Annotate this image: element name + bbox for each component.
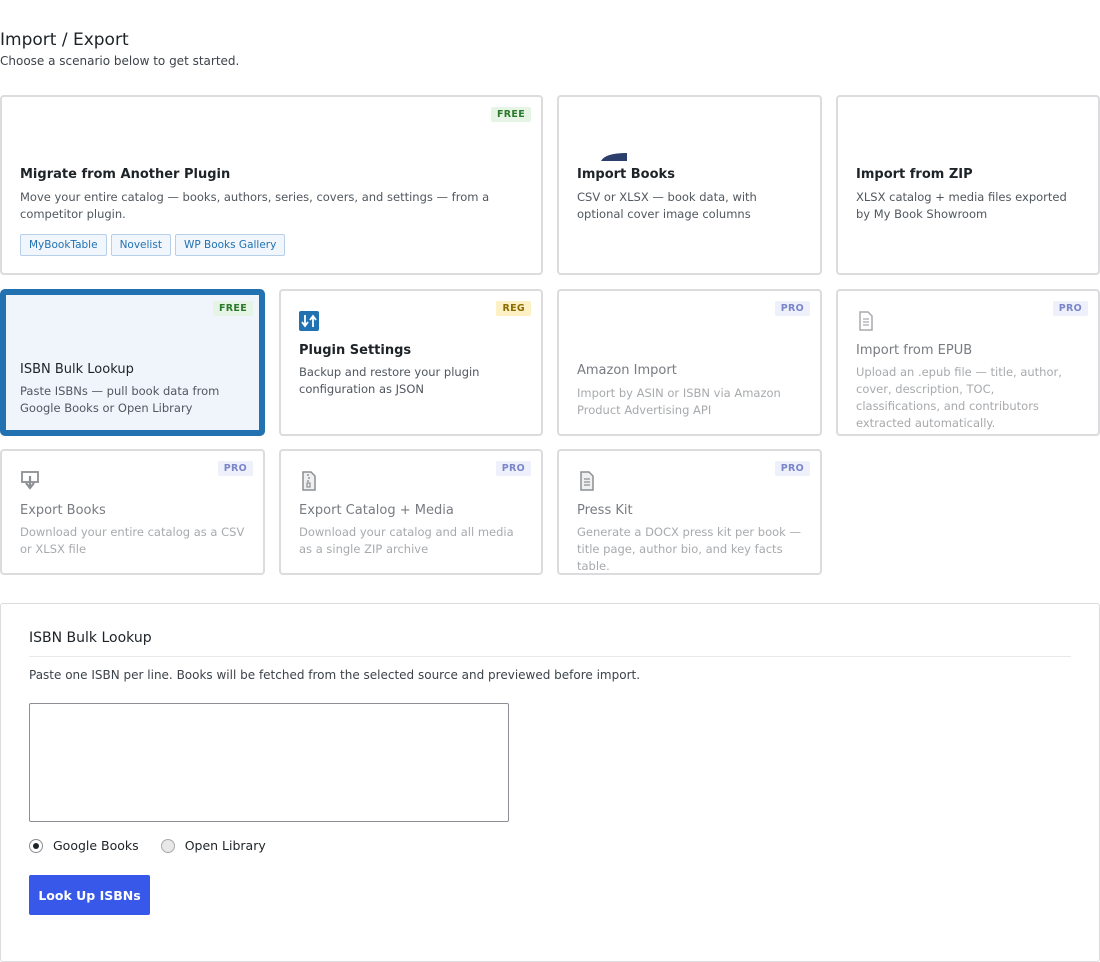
- chip-mybooktable[interactable]: MyBookTable: [20, 234, 107, 256]
- card-import-books[interactable]: Import Books CSV or XLSX — book data, wi…: [557, 95, 822, 275]
- card-title: Import from ZIP: [856, 167, 973, 182]
- card-title: Export Catalog + Media: [299, 503, 454, 518]
- card-description: Upload an .epub file — title, author, co…: [856, 365, 1062, 430]
- pro-badge: PRO: [1052, 301, 1088, 316]
- card-description: Generate a DOCX press kit per book — tit…: [577, 525, 801, 573]
- document-icon: [580, 471, 594, 491]
- pro-badge: PRO: [217, 461, 253, 476]
- panel-title: ISBN Bulk Lookup: [29, 630, 152, 646]
- chip-wp-books-gallery[interactable]: WP Books Gallery: [174, 234, 286, 256]
- card-title: Amazon Import: [577, 363, 677, 378]
- zip-file-icon: [302, 471, 316, 491]
- divider: [29, 656, 1071, 657]
- card-migrate[interactable]: FREE Migrate from Another Plugin Move yo…: [0, 95, 543, 275]
- card-description: Download your catalog and all media as a…: [299, 525, 514, 556]
- pro-badge: PRO: [774, 301, 810, 316]
- card-title: Import from EPUB: [856, 343, 973, 358]
- reg-badge: REG: [496, 301, 531, 316]
- pro-badge: PRO: [774, 461, 810, 476]
- isbn-input[interactable]: [29, 703, 509, 822]
- card-import-zip[interactable]: Import from ZIP XLSX catalog + media fil…: [836, 95, 1100, 275]
- card-export-catalog[interactable]: PRO Export Catalog + Media Download your…: [279, 449, 543, 575]
- download-icon: [21, 471, 39, 490]
- card-title: ISBN Bulk Lookup: [20, 362, 134, 377]
- card-plugin-settings[interactable]: REG Plugin Settings Backup and restore y…: [279, 289, 543, 436]
- card-export-books[interactable]: PRO Export Books Download your entire ca…: [0, 449, 265, 575]
- page-title: Import / Export: [0, 30, 129, 50]
- radio-google-books[interactable]: Google Books: [29, 838, 139, 853]
- isbn-lookup-panel: ISBN Bulk Lookup Paste one ISBN per line…: [0, 603, 1100, 962]
- card-amazon-import[interactable]: PRO Amazon Import Import by ASIN or ISBN…: [557, 289, 822, 436]
- card-isbn-lookup[interactable]: FREE ISBN Bulk Lookup Paste ISBNs — pull…: [0, 289, 265, 436]
- card-title: Press Kit: [577, 503, 633, 518]
- card-description: CSV or XLSX — book data, with optional c…: [577, 190, 757, 221]
- plugin-chip-list: MyBookTable Novelist WP Books Gallery: [20, 233, 289, 256]
- card-title: Migrate from Another Plugin: [20, 167, 231, 182]
- book-icon: [601, 153, 627, 161]
- card-press-kit[interactable]: PRO Press Kit Generate a DOCX press kit …: [557, 449, 822, 575]
- card-description: XLSX catalog + media files exported by M…: [856, 190, 1067, 221]
- radio-label: Google Books: [53, 838, 139, 853]
- card-description: Import by ASIN or ISBN via Amazon Produc…: [577, 386, 781, 417]
- radio-button-unchecked[interactable]: [160, 838, 175, 853]
- free-badge: FREE: [213, 301, 253, 316]
- document-icon: [859, 311, 873, 331]
- sort-arrows-icon: [299, 311, 319, 331]
- card-title: Import Books: [577, 167, 675, 182]
- card-description: Paste ISBNs — pull book data from Google…: [20, 384, 220, 415]
- chip-novelist[interactable]: Novelist: [110, 234, 171, 256]
- free-badge: FREE: [491, 107, 531, 122]
- pro-badge: PRO: [495, 461, 531, 476]
- card-import-epub[interactable]: PRO Import from EPUB Upload an .epub fil…: [836, 289, 1100, 436]
- panel-description: Paste one ISBN per line. Books will be f…: [29, 668, 641, 682]
- radio-label: Open Library: [184, 838, 266, 853]
- card-description: Download your entire catalog as a CSV or…: [20, 525, 245, 556]
- radio-button-checked[interactable]: [29, 838, 43, 853]
- card-title: Export Books: [20, 503, 106, 518]
- source-radio-group: Google Books Open Library: [29, 838, 288, 853]
- card-description: Move your entire catalog — books, author…: [20, 190, 490, 221]
- look-up-isbns-button[interactable]: Look Up ISBNs: [29, 875, 150, 915]
- card-description: Backup and restore your plugin configura…: [299, 365, 480, 396]
- card-title: Plugin Settings: [299, 343, 412, 358]
- page-subtitle: Choose a scenario below to get started.: [0, 54, 240, 68]
- radio-open-library[interactable]: Open Library: [160, 838, 266, 853]
